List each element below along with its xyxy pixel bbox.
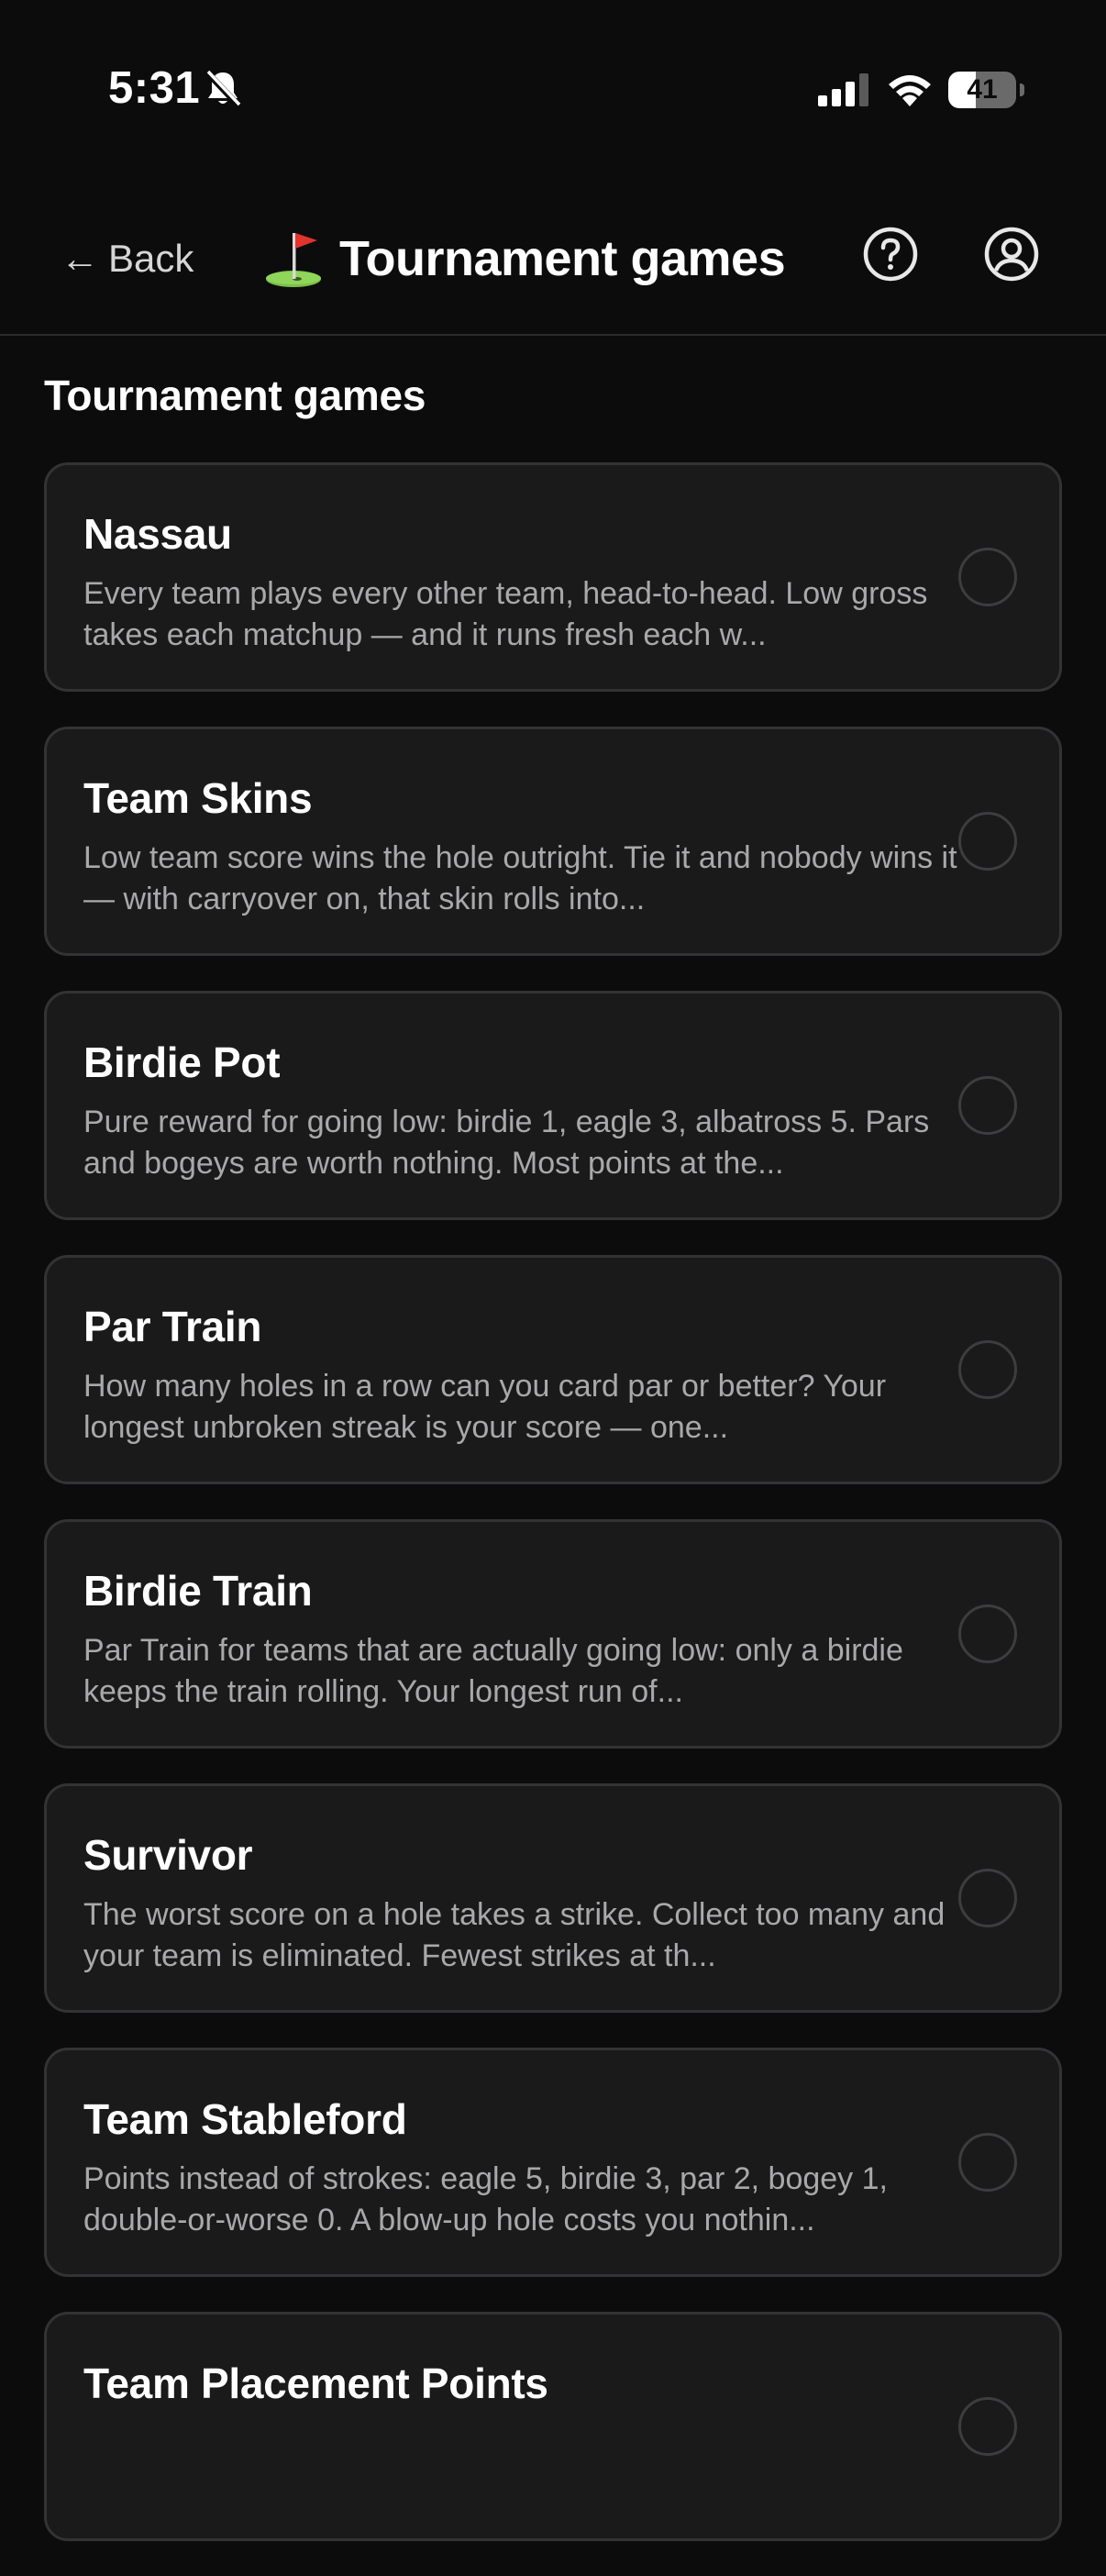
game-option-team-stableford[interactable]: Team Stableford Points instead of strokes…	[44, 2048, 1062, 2277]
game-description: Points instead of strokes: eagle 5, bird…	[83, 2161, 888, 2237]
bell-muted-icon	[205, 70, 241, 108]
back-label: Back	[108, 237, 194, 280]
section-title: Tournament games	[44, 372, 426, 419]
game-description: Every team plays every other team, head-…	[83, 576, 928, 652]
game-select-radio[interactable]	[958, 1869, 1017, 1927]
game-select-radio[interactable]	[958, 1604, 1017, 1663]
game-select-radio[interactable]	[958, 2133, 1017, 2192]
game-name: Team Skins	[83, 774, 313, 822]
game-name: Nassau	[83, 510, 232, 558]
game-option-nassau[interactable]: Nassau Every team plays every other team,…	[44, 462, 1062, 692]
back-button[interactable]: ← Back	[61, 229, 194, 288]
game-select-radio[interactable]	[958, 548, 1017, 606]
account-circle-icon[interactable]	[983, 226, 1040, 283]
game-select-radio[interactable]	[958, 1340, 1017, 1399]
game-name: Team Stableford	[83, 2095, 407, 2143]
status-bar: 5:31 41	[0, 0, 1106, 183]
game-option-survivor[interactable]: Survivor The worst score on a hole takes …	[44, 1783, 1062, 2013]
game-description: How many holes in a row can you card par…	[83, 1369, 887, 1445]
game-description: Par Train for teams that are actually go…	[83, 1633, 903, 1709]
game-select-radio[interactable]	[958, 1076, 1017, 1135]
game-option-team-skins[interactable]: Team Skins Low team score wins the hole o…	[44, 727, 1062, 956]
battery-body: 41	[948, 72, 1016, 108]
game-option-par-train[interactable]: Par Train How many holes in a row can you…	[44, 1255, 1062, 1484]
game-name: Survivor	[83, 1831, 253, 1879]
game-description: The worst score on a hole takes a strike…	[83, 1897, 946, 1973]
game-name: Birdie Train	[83, 1567, 313, 1615]
help-circle-icon[interactable]	[862, 226, 919, 283]
game-list: Nassau Every team plays every other team,…	[44, 462, 1062, 2576]
game-description: Low team score wins the hole outright. T…	[83, 840, 957, 916]
game-name: Birdie Pot	[83, 1038, 281, 1086]
battery-icon: 41	[948, 72, 1025, 108]
game-name: Team Placement Points	[83, 2359, 548, 2407]
battery-tip	[1020, 83, 1024, 96]
back-arrow-icon: ←	[61, 237, 99, 280]
game-option-birdie-pot[interactable]: Birdie Pot Pure reward for going low: bir…	[44, 991, 1062, 1220]
game-description: Pure reward for going low: birdie 1, eag…	[83, 1105, 930, 1181]
app-header: ← Back Tournament games	[0, 183, 1106, 336]
game-name: Par Train	[83, 1303, 262, 1350]
status-time: 5:31	[108, 63, 201, 113]
game-select-radio[interactable]	[958, 812, 1017, 871]
game-option-birdie-train[interactable]: Birdie Train Par Train for teams that are…	[44, 1519, 1062, 1749]
game-option-team-placement-points[interactable]: Team Placement Points	[44, 2312, 1062, 2541]
game-select-radio[interactable]	[958, 2397, 1017, 2456]
page-title-text: Tournament games	[339, 231, 786, 286]
page-title: Tournament games	[262, 222, 786, 295]
battery-level: 41	[967, 74, 998, 105]
wifi-icon	[889, 75, 931, 106]
golf-flag-icon	[266, 233, 321, 287]
cellular-signal-icon	[818, 73, 868, 106]
